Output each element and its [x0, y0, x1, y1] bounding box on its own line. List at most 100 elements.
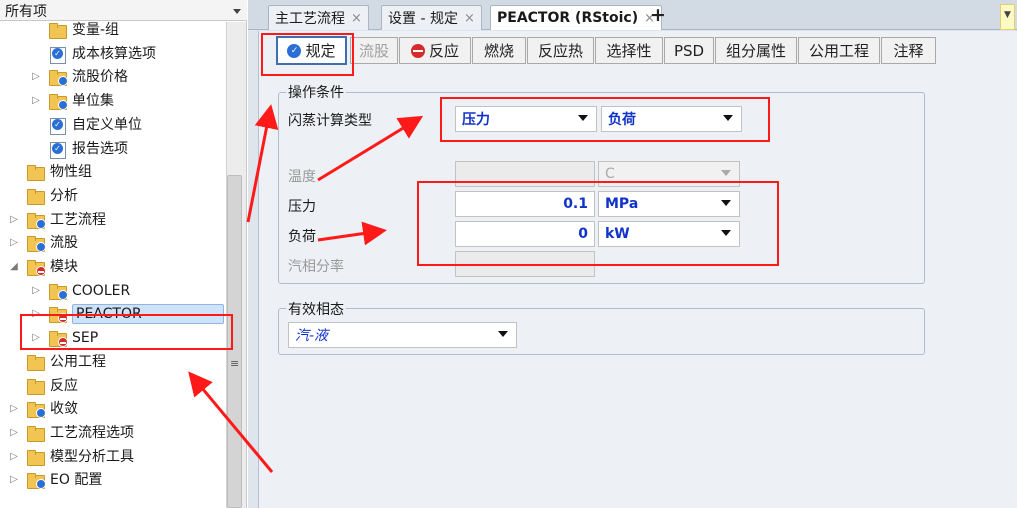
- form-check-icon: [48, 46, 66, 64]
- tree-item-label: 自定义单位: [72, 117, 142, 133]
- tree-item-反应[interactable]: 反应: [8, 375, 78, 397]
- folder-check-icon: [26, 401, 46, 418]
- tab-comments[interactable]: 注释: [881, 37, 936, 64]
- expander-icon[interactable]: ▷: [8, 214, 20, 226]
- close-icon[interactable]: ×: [351, 11, 362, 26]
- tab-component-attributes[interactable]: 组分属性: [715, 37, 797, 64]
- tab-selectivity[interactable]: 选择性: [595, 37, 663, 64]
- flash-spec2-value: 负荷: [608, 112, 636, 128]
- folder-icon: [26, 425, 45, 442]
- tab-streams[interactable]: 流股: [350, 37, 398, 64]
- tree-item-label: 模块: [50, 259, 78, 275]
- tree-item-报告选项[interactable]: 报告选项: [30, 138, 128, 160]
- pressure-unit-value: MPa: [605, 196, 639, 212]
- temperature-input: [455, 161, 595, 187]
- tree-item-分析[interactable]: 分析: [8, 185, 78, 207]
- tree-item-单位集[interactable]: ▷ 单位集: [30, 90, 114, 112]
- tree-item-label: 收敛: [50, 401, 78, 417]
- tree-item-成本核算选项[interactable]: 成本核算选项: [30, 43, 156, 65]
- tab-label: PSD: [673, 41, 705, 60]
- expander-icon[interactable]: ▷: [8, 427, 20, 439]
- folder-icon: [48, 22, 67, 39]
- scrollbar-grip-icon: ≡: [230, 357, 239, 370]
- tab-utility[interactable]: 公用工程: [798, 37, 880, 64]
- pressure-unit-select[interactable]: MPa: [598, 191, 740, 217]
- status-ok-icon: ✓: [287, 43, 302, 58]
- flash-spec2-select[interactable]: 负荷: [601, 106, 742, 132]
- tab-label: 燃烧: [483, 42, 514, 60]
- tree-item-物性组[interactable]: 物性组: [8, 161, 92, 183]
- tree-item-收敛[interactable]: ▷ 收敛: [8, 398, 78, 420]
- tree-item-工艺流程[interactable]: ▷ 工艺流程: [8, 209, 106, 231]
- expander-icon[interactable]: ▷: [30, 308, 42, 320]
- tab-reactions[interactable]: 反应: [399, 37, 471, 64]
- tab-heat-of-reaction[interactable]: 反应热: [527, 37, 594, 64]
- navigation-scrollbar-thumb[interactable]: [227, 175, 242, 508]
- tree-item-流股价格[interactable]: ▷ 流股价格: [30, 66, 128, 88]
- tab-spec[interactable]: ✓ 规定: [276, 36, 347, 65]
- doc-tab-peactor[interactable]: PEACTOR (RStoic) ×: [490, 5, 663, 30]
- duty-label: 负荷: [288, 229, 316, 245]
- expander-icon[interactable]: ▷: [8, 474, 20, 486]
- valid-phases-select[interactable]: 汽-液: [288, 322, 517, 348]
- tab-psd[interactable]: PSD: [664, 37, 714, 64]
- doc-tab-label: 设置 - 规定: [388, 11, 458, 27]
- tree-item-模型分析工具[interactable]: ▷ 模型分析工具: [8, 446, 134, 468]
- expander-icon[interactable]: ▷: [30, 285, 42, 297]
- expander-icon[interactable]: ▷: [8, 403, 20, 415]
- tab-combustion[interactable]: 燃烧: [472, 37, 526, 64]
- tree-item-label: 流股: [50, 235, 78, 251]
- tab-label: 注释: [893, 42, 924, 60]
- expander-icon[interactable]: ◢: [8, 261, 20, 273]
- vapor-fraction-input: [455, 251, 595, 277]
- flash-spec1-select[interactable]: 压力: [455, 106, 597, 132]
- duty-input[interactable]: 0: [455, 221, 595, 247]
- tree-item-变量-组[interactable]: 变量-组: [30, 19, 119, 41]
- tree-item-label: 分析: [50, 188, 78, 204]
- dropdown-arrow-icon[interactable]: [229, 3, 245, 19]
- temperature-unit-select: C: [598, 161, 740, 187]
- expander-icon[interactable]: ▷: [30, 71, 42, 83]
- navigation-header-label: 所有项: [5, 4, 47, 20]
- doc-tab-main-flowsheet[interactable]: 主工艺流程 ×: [268, 5, 369, 30]
- group-title: 有效相态: [286, 299, 346, 319]
- tab-label: 组分属性: [725, 42, 786, 60]
- tree-item-eo-配置[interactable]: ▷ EO 配置: [8, 469, 102, 491]
- tab-label: 规定: [305, 42, 336, 60]
- folder-check-icon: [26, 472, 46, 489]
- doc-tab-setup-spec[interactable]: 设置 - 规定 ×: [381, 5, 482, 30]
- tree-item-自定义单位[interactable]: 自定义单位: [30, 114, 142, 136]
- group-title: 操作条件: [286, 82, 346, 102]
- folder-icon: [26, 378, 45, 395]
- form-check-icon: [48, 141, 66, 159]
- tree-item-sep[interactable]: ▷ SEP: [30, 327, 98, 349]
- folder-check-icon: [26, 212, 46, 229]
- duty-value: 0: [578, 226, 588, 242]
- pressure-value: 0.1: [563, 196, 588, 212]
- folder-error-icon: [48, 306, 68, 323]
- expander-icon[interactable]: ▷: [30, 95, 42, 107]
- tree-item-label: 工艺流程选项: [50, 425, 134, 441]
- tab-label: 反应: [428, 42, 459, 60]
- expander-icon[interactable]: ▷: [30, 332, 42, 344]
- tree-item-流股[interactable]: ▷ 流股: [8, 232, 78, 254]
- tree-item-label: 成本核算选项: [72, 46, 156, 62]
- tree-item-cooler[interactable]: ▷ COOLER: [30, 280, 130, 302]
- tree-item-公用工程[interactable]: 公用工程: [8, 351, 106, 373]
- duty-unit-value: kW: [605, 226, 630, 242]
- folder-check-icon: [48, 69, 68, 86]
- form-check-icon: [48, 117, 66, 135]
- expander-icon[interactable]: ▷: [8, 451, 20, 463]
- status-error-icon: [410, 43, 425, 58]
- folder-check-icon: [48, 283, 68, 300]
- close-icon[interactable]: ×: [464, 11, 475, 26]
- tree-item-peactor[interactable]: ▷ PEACTOR: [30, 303, 224, 325]
- add-tab-button[interactable]: +: [650, 4, 666, 26]
- tree-item-工艺流程选项[interactable]: ▷ 工艺流程选项: [8, 422, 134, 444]
- tree-item-模块[interactable]: ◢ 模块: [8, 256, 78, 278]
- pressure-input[interactable]: 0.1: [455, 191, 595, 217]
- duty-unit-select[interactable]: kW: [598, 221, 740, 247]
- expander-icon[interactable]: ▷: [8, 237, 20, 249]
